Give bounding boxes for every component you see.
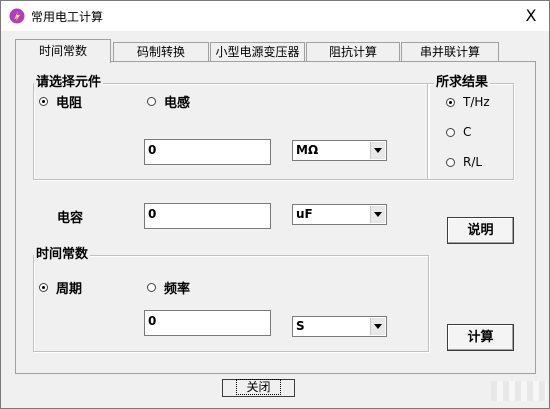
radio-dot-icon <box>446 97 455 107</box>
capacitance-value-input[interactable]: 0 <box>144 203 271 229</box>
close-button-label: 关闭 <box>236 379 281 395</box>
time-constant-group <box>33 255 429 352</box>
close-icon: X <box>525 6 537 25</box>
component-group <box>33 83 429 180</box>
tab-time-constant[interactable]: 时间常数 <box>15 39 111 63</box>
tab-impedance[interactable]: 阻抗计算 <box>306 42 400 62</box>
radio-resistor-label: 电阻 <box>56 96 83 111</box>
radio-result-period-frequency[interactable]: T/Hz <box>446 95 490 109</box>
radio-result-label: C <box>463 125 472 139</box>
chevron-down-icon <box>370 318 385 335</box>
radio-dot-icon <box>446 127 455 137</box>
tab-label: 时间常数 <box>38 44 87 58</box>
help-button[interactable]: 说明 <box>447 217 514 244</box>
tab-panel-time-constant: 请选择元件 电阻 电感 0 MΩ 所求结果 T/Hz C R/L 电容 0 uF… <box>15 61 536 374</box>
app-logo-icon <box>9 8 25 24</box>
tab-label: 码制转换 <box>136 45 185 59</box>
radio-dot-icon <box>147 97 156 106</box>
radio-inductor[interactable]: 电感 <box>147 92 190 111</box>
radio-frequency-label: 频率 <box>164 282 191 297</box>
radio-result-label: R/L <box>463 155 483 169</box>
time-constant-group-title: 时间常数 <box>34 247 91 263</box>
tab-label: 小型电源变压器 <box>215 45 300 59</box>
app-window: 常用电工计算 X 时间常数 码制转换 小型电源变压器 阻抗计算 串并联计算 请选… <box>0 0 550 409</box>
radio-dot-icon <box>39 283 48 292</box>
component-unit-select[interactable]: MΩ <box>292 140 387 161</box>
tab-code-conversion[interactable]: 码制转换 <box>113 42 209 62</box>
radio-resistor[interactable]: 电阻 <box>39 92 82 111</box>
result-group-title: 所求结果 <box>434 75 491 91</box>
window-close-button[interactable]: X <box>517 3 545 29</box>
blurred-watermark <box>491 381 547 401</box>
radio-inductor-label: 电感 <box>164 96 191 111</box>
radio-period[interactable]: 周期 <box>39 278 82 297</box>
calculate-button[interactable]: 计算 <box>447 324 514 351</box>
chevron-down-icon <box>370 206 385 223</box>
capacitance-label: 电容 <box>57 211 84 226</box>
component-group-title: 请选择元件 <box>34 75 104 91</box>
tab-series-parallel[interactable]: 串并联计算 <box>401 42 499 62</box>
component-value-input[interactable]: 0 <box>144 139 271 165</box>
title-bar: 常用电工计算 X <box>1 1 549 31</box>
time-constant-unit-value: S <box>296 319 305 333</box>
time-constant-value-input[interactable]: 0 <box>144 310 271 336</box>
radio-result-resistance-inductance[interactable]: R/L <box>446 155 482 169</box>
close-button[interactable]: 关闭 <box>222 379 295 397</box>
capacitance-unit-select[interactable]: uF <box>292 204 387 225</box>
radio-dot-icon <box>147 283 156 292</box>
tab-transformer[interactable]: 小型电源变压器 <box>210 42 305 62</box>
capacitance-unit-value: uF <box>296 207 313 221</box>
component-unit-value: MΩ <box>296 143 319 157</box>
radio-result-label: T/Hz <box>463 95 490 109</box>
radio-dot-icon <box>446 157 455 167</box>
window-title: 常用电工计算 <box>31 10 104 24</box>
chevron-down-icon <box>370 142 385 159</box>
radio-frequency[interactable]: 频率 <box>147 278 190 297</box>
radio-dot-icon <box>39 97 48 106</box>
tab-label: 阻抗计算 <box>328 45 377 59</box>
radio-result-capacitance[interactable]: C <box>446 125 471 139</box>
radio-period-label: 周期 <box>56 282 83 297</box>
time-constant-unit-select[interactable]: S <box>292 316 387 337</box>
tab-label: 串并联计算 <box>419 45 480 59</box>
